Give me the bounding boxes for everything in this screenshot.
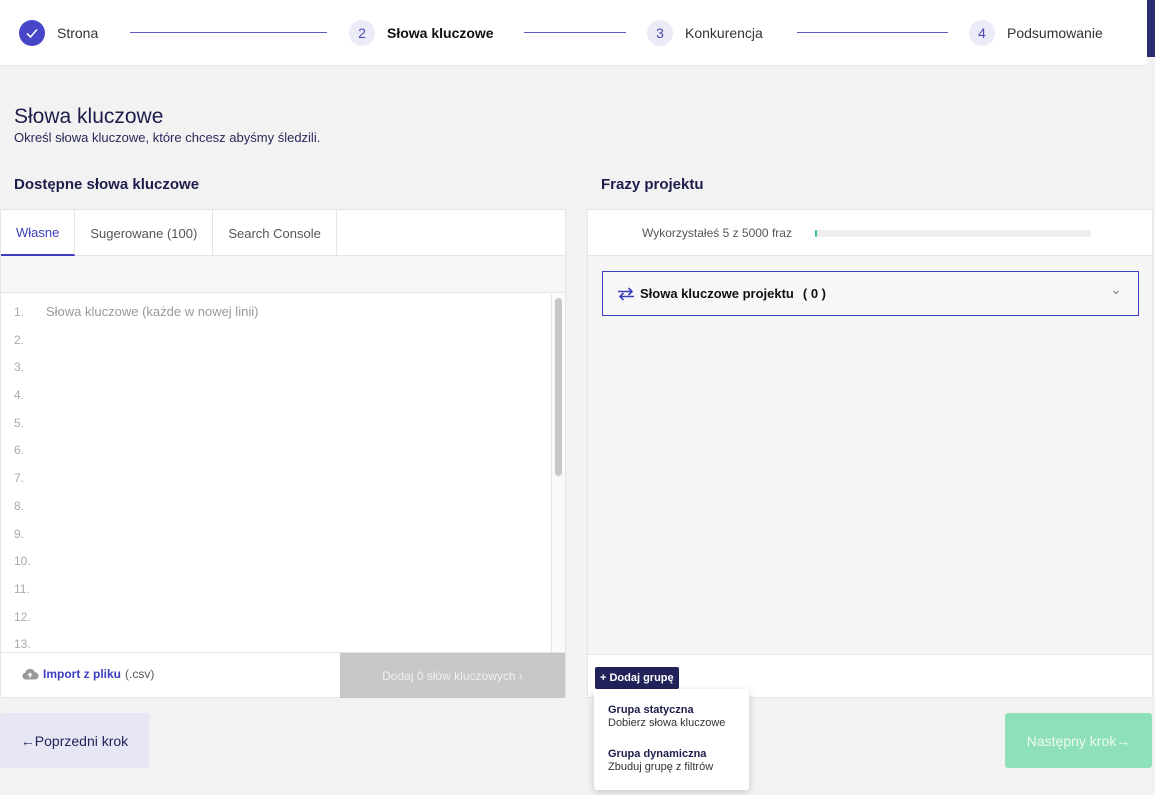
keyword-tabs: Własne Sugerowane (100) Search Console bbox=[1, 210, 565, 256]
project-keywords-group[interactable]: Słowa kluczowe projektu ( 0 ) bbox=[602, 271, 1139, 316]
keywords-placeholder: Słowa kluczowe (każde w nowej linii) bbox=[46, 304, 259, 319]
add-group-menu: Grupa statyczna Dobierz słowa kluczowe G… bbox=[594, 689, 749, 790]
scrollbar-thumb[interactable] bbox=[555, 298, 562, 476]
menu-item-desc: Zbuduj grupę z filtrów bbox=[608, 761, 714, 773]
line-number: 10. bbox=[14, 554, 31, 568]
line-number: 3. bbox=[14, 360, 25, 374]
step-label: Strona bbox=[57, 25, 99, 41]
project-phrases-panel: Wykorzystałeś 5 z 5000 fraz Słowa kluczo… bbox=[587, 209, 1153, 698]
import-link[interactable]: Import z pliku bbox=[43, 667, 121, 681]
step-connector bbox=[130, 32, 327, 33]
menu-item-dynamic-group[interactable]: Grupa dynamiczna Zbuduj grupę z filtrów bbox=[608, 748, 713, 773]
step-konkurencja[interactable]: 3 Konkurencja bbox=[647, 19, 763, 47]
available-keywords-title: Dostępne słowa kluczowe bbox=[14, 176, 200, 193]
step-label: Konkurencja bbox=[685, 25, 763, 41]
line-number: 8. bbox=[14, 499, 25, 513]
check-icon bbox=[19, 20, 45, 46]
stepper-accent-bar bbox=[1147, 0, 1155, 57]
line-number: 5. bbox=[14, 416, 25, 430]
left-panel-footer: Import z pliku (.csv) Dodaj 0 słów klucz… bbox=[1, 652, 565, 698]
project-phrases-title: Frazy projektu bbox=[601, 176, 704, 193]
usage-progress-fill bbox=[815, 230, 817, 237]
add-group-button[interactable]: + Dodaj grupę bbox=[595, 667, 679, 689]
tab-search-console[interactable]: Search Console bbox=[213, 210, 337, 256]
line-number: 7. bbox=[14, 471, 25, 485]
editor-toolbar bbox=[1, 256, 565, 293]
add-keywords-button[interactable]: Dodaj 0 słów kluczowych › bbox=[340, 653, 565, 698]
step-number: 2 bbox=[349, 20, 375, 46]
menu-item-title: Grupa dynamiczna bbox=[608, 748, 707, 760]
previous-step-button[interactable]: ←Poprzedni krok bbox=[0, 713, 149, 768]
step-number: 4 bbox=[969, 20, 995, 46]
line-number: 1. bbox=[14, 305, 25, 319]
usage-text: Wykorzystałeś 5 z 5000 fraz bbox=[642, 226, 792, 240]
cloud-upload-icon bbox=[22, 668, 39, 680]
import-extension: (.csv) bbox=[125, 667, 155, 681]
step-label: Słowa kluczowe bbox=[387, 25, 494, 41]
group-title: Słowa kluczowe projektu bbox=[640, 286, 794, 301]
page-title: Słowa kluczowe bbox=[14, 105, 164, 128]
group-count: ( 0 ) bbox=[802, 286, 826, 301]
step-label: Podsumowanie bbox=[1007, 25, 1103, 41]
menu-item-static-group[interactable]: Grupa statyczna Dobierz słowa kluczowe bbox=[608, 704, 725, 729]
import-from-file[interactable]: Import z pliku (.csv) bbox=[21, 667, 154, 681]
editor-scrollbar[interactable] bbox=[551, 294, 565, 652]
step-slowa-kluczowe[interactable]: 2 Słowa kluczowe bbox=[349, 19, 494, 47]
phrase-usage: Wykorzystałeś 5 z 5000 fraz bbox=[588, 210, 1152, 256]
menu-item-title: Grupa statyczna bbox=[608, 704, 694, 716]
chevron-down-icon[interactable] bbox=[1112, 288, 1120, 296]
step-connector bbox=[524, 32, 626, 33]
keywords-textarea[interactable]: Słowa kluczowe (każde w nowej linii) 1. … bbox=[1, 294, 551, 652]
line-number: 4. bbox=[14, 388, 25, 402]
line-number: 11. bbox=[14, 582, 30, 596]
swap-arrows-icon bbox=[618, 286, 634, 301]
step-strona[interactable]: Strona bbox=[19, 19, 98, 47]
line-number: 6. bbox=[14, 443, 25, 457]
step-number: 3 bbox=[647, 20, 673, 46]
line-number: 2. bbox=[14, 333, 25, 347]
available-keywords-panel: Własne Sugerowane (100) Search Console S… bbox=[0, 209, 566, 698]
usage-progress-bar bbox=[815, 230, 1091, 237]
next-step-button[interactable]: Następny krok→ bbox=[1005, 713, 1152, 768]
tab-wlasne[interactable]: Własne bbox=[1, 210, 76, 256]
stepper: Strona 2 Słowa kluczowe 3 Konkurencja 4 … bbox=[0, 0, 1147, 66]
line-number: 9. bbox=[14, 527, 25, 541]
step-podsumowanie[interactable]: 4 Podsumowanie bbox=[969, 19, 1103, 47]
line-number: 12. bbox=[14, 610, 31, 624]
menu-item-desc: Dobierz słowa kluczowe bbox=[608, 717, 726, 729]
line-number: 13. bbox=[14, 637, 31, 651]
step-connector bbox=[797, 32, 948, 33]
tab-sugerowane[interactable]: Sugerowane (100) bbox=[75, 210, 214, 256]
page-subtitle: Określ słowa kluczowe, które chcesz abyś… bbox=[14, 130, 321, 145]
